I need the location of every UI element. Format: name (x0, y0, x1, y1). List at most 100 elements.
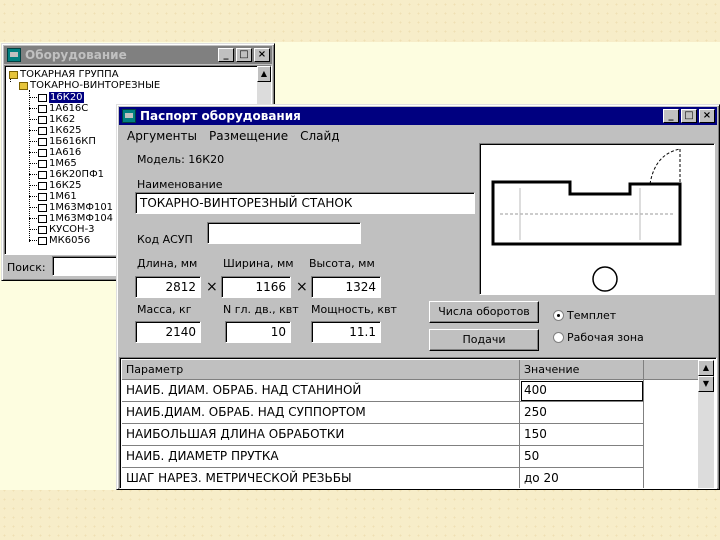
value-cell[interactable]: 150 (520, 424, 644, 446)
tree-item-label: 16К25 (49, 180, 82, 191)
tree-connector (29, 108, 37, 109)
close-icon[interactable]: × (254, 48, 270, 62)
value-cell[interactable]: до 20 (520, 468, 644, 488)
feeds-button[interactable]: Подачи (429, 329, 539, 351)
scroll-down-icon[interactable]: ▼ (698, 376, 714, 392)
column-header-value[interactable]: Значение (520, 360, 644, 380)
minimize-icon[interactable]: _ (663, 109, 679, 123)
length-field[interactable]: 2812 (135, 276, 201, 298)
tree-item[interactable]: 1М61 (38, 191, 77, 202)
tree-connector (29, 174, 37, 175)
tree-connector (29, 229, 37, 230)
maximize-icon[interactable]: □ (681, 109, 697, 123)
times-symbol: × (206, 279, 218, 295)
width-field[interactable]: 1166 (221, 276, 291, 298)
menu-placement[interactable]: Размещение (203, 129, 294, 143)
template-preview (479, 143, 715, 295)
param-cell[interactable]: НАИБ.ДИАМ. ОБРАБ. НАД СУППОРТОМ (122, 402, 520, 424)
rpm-button[interactable]: Числа оборотов (429, 301, 539, 323)
tree-item-label: 1А616 (49, 147, 82, 158)
window-title: Оборудование (25, 48, 127, 62)
value-cell[interactable]: 400 (520, 380, 644, 402)
mass-field[interactable]: 2140 (135, 321, 201, 343)
scroll-up-icon[interactable]: ▲ (698, 360, 714, 376)
document-icon (38, 115, 47, 124)
document-icon (38, 181, 47, 190)
tree-root-label: ТОКАРНАЯ ГРУППА (20, 69, 119, 80)
document-icon (38, 225, 47, 234)
equipment-tree-titlebar[interactable]: Оборудование _ □ × (4, 46, 272, 64)
tree-connector (29, 152, 37, 153)
tree-item[interactable]: МК6056 (38, 235, 90, 246)
length-label: Длина, мм (137, 257, 198, 270)
tree-item[interactable]: 1А616С (38, 103, 88, 114)
parameters-grid[interactable]: Параметр Значение НАИБ. ДИАМ. ОБРАБ. НАД… (122, 360, 700, 488)
height-field[interactable]: 1324 (311, 276, 381, 298)
scroll-up-icon[interactable]: ▲ (257, 66, 271, 82)
tree-item[interactable]: 1А616 (38, 147, 81, 158)
tree-connector (29, 97, 37, 98)
tree-item-label: 1М61 (49, 191, 77, 202)
tree-connector (29, 240, 37, 241)
document-icon (38, 126, 47, 135)
app-icon (122, 109, 136, 123)
column-header-param[interactable]: Параметр (122, 360, 520, 380)
tree-connector (29, 218, 37, 219)
tree-item[interactable]: 1Б616КП (38, 136, 96, 147)
radio-template-label: Темплет (567, 309, 617, 322)
folder-icon (9, 70, 18, 79)
passport-titlebar[interactable]: Паспорт оборудования _ □ × (119, 107, 717, 125)
radio-workzone-dot[interactable] (553, 332, 564, 343)
close-icon[interactable]: × (699, 109, 715, 123)
maximize-icon[interactable]: □ (236, 48, 252, 62)
tree-group[interactable]: ТОКАРНО-ВИНТОРЕЗНЫЕ (19, 80, 160, 91)
power-field[interactable]: 11.1 (311, 321, 381, 343)
param-cell[interactable]: НАИБОЛЬШАЯ ДЛИНА ОБРАБОТКИ (122, 424, 520, 446)
radio-workzone[interactable]: Рабочая зона (553, 331, 644, 344)
document-icon (38, 214, 47, 223)
tree-connector (29, 185, 37, 186)
tree-item-label: МК6056 (49, 235, 91, 246)
tree-item[interactable]: 16К25 (38, 180, 82, 191)
document-icon (38, 104, 47, 113)
param-cell[interactable]: НАИБ. ДИАМ. ОБРАБ. НАД СТАНИНОЙ (122, 380, 520, 402)
value-cell[interactable]: 50 (520, 446, 644, 468)
height-label: Высота, мм (309, 257, 375, 270)
tree-item-label: 1М65 (49, 158, 77, 169)
tree-item[interactable]: 1К625 (38, 125, 82, 136)
tree-item[interactable]: 16К20 (38, 92, 84, 103)
tree-item[interactable]: 1К62 (38, 114, 75, 125)
radio-template[interactable]: Темплет (553, 309, 616, 322)
tree-connector (29, 141, 37, 142)
radio-template-dot[interactable] (553, 310, 564, 321)
tree-item[interactable]: КУСОН-3 (38, 224, 95, 235)
tree-item-label: 1М63МФ104 (49, 213, 114, 224)
document-icon (38, 148, 47, 157)
tree-connector (29, 119, 37, 120)
motors-field[interactable]: 10 (225, 321, 291, 343)
param-cell[interactable]: ШАГ НАРЕЗ. МЕТРИЧЕСКОЙ РЕЗЬБЫ (122, 468, 520, 488)
document-icon (38, 192, 47, 201)
power-label: Мощность, квт (311, 303, 397, 316)
model-label: Модель: 16К20 (137, 153, 225, 166)
param-cell[interactable]: НАИБ. ДИАМЕТР ПРУТКА (122, 446, 520, 468)
value-cell[interactable]: 250 (520, 402, 644, 424)
mass-label: Масса, кг (137, 303, 192, 316)
document-icon (38, 137, 47, 146)
tree-item[interactable]: 1М63МФ104 (38, 213, 113, 224)
tree-item[interactable]: 16К20ПФ1 (38, 169, 104, 180)
passport-window[interactable]: Паспорт оборудования _ □ × Аргументы Раз… (116, 104, 720, 490)
tree-item[interactable]: 1М65 (38, 158, 77, 169)
name-field[interactable]: ТОКАРНО-ВИНТОРЕЗНЫЙ СТАНОК (135, 192, 475, 214)
asup-field[interactable] (207, 222, 361, 244)
tree-root[interactable]: ТОКАРНАЯ ГРУППА (9, 69, 119, 80)
tree-item[interactable]: 1М63МФ101 (38, 202, 113, 213)
window-title: Паспорт оборудования (140, 109, 301, 123)
grid-scrollbar[interactable]: ▲ ▼ (698, 360, 714, 488)
tree-item-label: 1К625 (49, 125, 82, 136)
tree-item-label: 16К20 (49, 92, 84, 103)
menu-slide[interactable]: Слайд (294, 129, 346, 143)
minimize-icon[interactable]: _ (218, 48, 234, 62)
menu-arguments[interactable]: Аргументы (121, 129, 203, 143)
asup-label: Код АСУП (137, 233, 193, 246)
